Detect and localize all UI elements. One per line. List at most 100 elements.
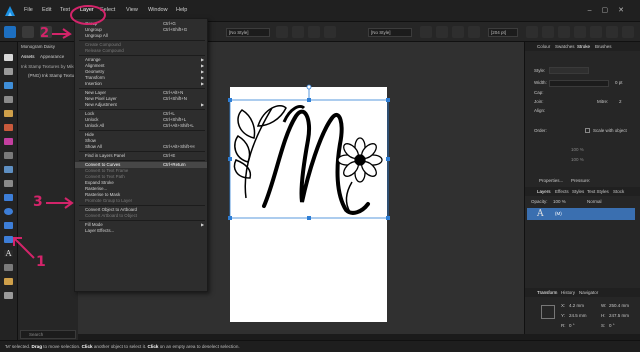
menu-help[interactable]: Help bbox=[176, 7, 187, 13]
bold-icon[interactable] bbox=[420, 26, 432, 38]
insert-icon[interactable] bbox=[606, 26, 618, 38]
w-label: W: bbox=[601, 303, 607, 308]
tab-colour[interactable]: Colour bbox=[537, 44, 550, 49]
pencil-tool-icon[interactable] bbox=[4, 110, 13, 117]
annotation-label-2: 2 bbox=[40, 26, 50, 41]
crop-tool-icon[interactable] bbox=[4, 180, 13, 187]
menu-separator bbox=[79, 151, 205, 152]
width-value[interactable]: 0 pt bbox=[615, 80, 623, 85]
menu-item-release-compound[interactable]: Release Compound bbox=[75, 48, 207, 54]
menu-item-show-all[interactable]: Show All Ctrl+Alt+Shift+H bbox=[75, 144, 207, 150]
menu-text[interactable]: Text bbox=[60, 7, 70, 13]
s-value[interactable]: 0 ° bbox=[609, 323, 615, 328]
menu-select[interactable]: Select bbox=[100, 7, 115, 13]
persona-title: Monogram Daisy bbox=[21, 44, 56, 49]
fill-tool-icon[interactable] bbox=[4, 138, 13, 145]
rounded-rectangle-tool-icon[interactable] bbox=[4, 222, 13, 229]
r-value[interactable]: 0 ° bbox=[569, 323, 575, 328]
tab-stroke[interactable]: Stroke bbox=[577, 44, 590, 49]
tab-history[interactable]: History bbox=[561, 290, 575, 295]
menu-item-ungroup-all[interactable]: Ungroup All bbox=[75, 33, 207, 39]
place-image-tool-icon[interactable] bbox=[4, 166, 13, 173]
menu-view[interactable]: View bbox=[126, 7, 138, 13]
grid-icon[interactable] bbox=[542, 26, 554, 38]
designer-persona-icon[interactable] bbox=[4, 26, 16, 38]
width-slider[interactable] bbox=[549, 80, 609, 87]
tab-stock[interactable]: Stock bbox=[613, 189, 624, 194]
monogram-artwork[interactable] bbox=[224, 78, 392, 228]
triangle-tool-icon[interactable] bbox=[4, 236, 13, 243]
window-controls[interactable]: –▢✕ bbox=[588, 6, 634, 14]
transform-icon[interactable] bbox=[574, 26, 586, 38]
tab-swatches[interactable]: Swatches bbox=[555, 44, 575, 49]
align-right-icon[interactable] bbox=[308, 26, 320, 38]
underline-icon[interactable] bbox=[452, 26, 464, 38]
mitre-value[interactable]: 2 bbox=[619, 99, 622, 104]
hand-tool-icon[interactable] bbox=[4, 278, 13, 285]
tab-navigator[interactable]: Navigator bbox=[579, 290, 598, 295]
zoom-tool-icon[interactable] bbox=[4, 292, 13, 299]
x-value[interactable]: 4.2 mm bbox=[569, 303, 584, 308]
w-value[interactable]: 250.4 mm bbox=[609, 303, 629, 308]
snapping-icon[interactable] bbox=[526, 26, 538, 38]
arrange-icon[interactable] bbox=[558, 26, 570, 38]
tab-styles[interactable]: Styles bbox=[572, 189, 584, 194]
pen-tool-icon[interactable] bbox=[4, 96, 13, 103]
menu-separator bbox=[79, 88, 205, 89]
brush-tool-icon[interactable] bbox=[4, 124, 13, 131]
menu-item-layer-effects[interactable]: Layer Effects... bbox=[75, 228, 207, 234]
menu-layer[interactable]: Layer bbox=[80, 7, 94, 13]
tab-brushes[interactable]: Brushes bbox=[595, 44, 612, 49]
move-tool-icon[interactable] bbox=[4, 54, 13, 61]
view-mode-icon[interactable] bbox=[622, 26, 634, 38]
italic-icon[interactable] bbox=[436, 26, 448, 38]
menu-item-promote-group-to-layer[interactable]: Promote Group to Layer bbox=[75, 198, 207, 204]
align-left-icon[interactable] bbox=[276, 26, 288, 38]
blend-mode-dropdown[interactable]: Normal bbox=[587, 199, 602, 204]
justify-icon[interactable] bbox=[324, 26, 336, 38]
menu-edit[interactable]: Edit bbox=[42, 7, 51, 13]
y-value[interactable]: 24.5 mm bbox=[569, 313, 587, 318]
pressure-percent-1[interactable]: 100 % bbox=[571, 147, 584, 152]
style-dropdown-left[interactable]: [No Style] bbox=[226, 28, 270, 37]
menu-item-insertion[interactable]: Insertion ▶ bbox=[75, 81, 207, 87]
strikethrough-icon[interactable] bbox=[468, 26, 480, 38]
tab-assets[interactable]: Assets bbox=[21, 54, 35, 59]
tab-transform[interactable]: Transform bbox=[537, 290, 557, 295]
frame-text-tool-icon[interactable] bbox=[4, 264, 13, 271]
menu-window[interactable]: Window bbox=[148, 7, 168, 13]
tab-layers[interactable]: Layers bbox=[537, 189, 551, 194]
menu-item-new-adjustment[interactable]: New Adjustment ▶ bbox=[75, 102, 207, 108]
assets-search-input[interactable]: Search bbox=[20, 330, 76, 339]
font-size-field[interactable]: [204 pt] bbox=[488, 28, 518, 37]
tab-appearance[interactable]: Appearance bbox=[40, 54, 64, 59]
boolean-icon[interactable] bbox=[590, 26, 602, 38]
pixel-persona-icon[interactable] bbox=[22, 26, 34, 38]
stroke-style-buttons[interactable] bbox=[549, 67, 589, 74]
tab-text-styles[interactable]: Text Styles bbox=[587, 189, 609, 194]
style-dropdown-right[interactable]: [No Style] bbox=[368, 28, 412, 37]
rectangle-tool-icon[interactable] bbox=[4, 194, 13, 201]
menu-item-find-in-layers-panel[interactable]: Find in Layers Panel Ctrl+E bbox=[75, 153, 207, 159]
anchor-point-selector[interactable] bbox=[541, 305, 555, 319]
asset-row[interactable]: (PNG) Ink Stamp Textures bbox=[28, 73, 80, 78]
menu-item-convert-artboard-to-object[interactable]: Convert Artboard to Object bbox=[75, 213, 207, 219]
node-tool-icon[interactable] bbox=[4, 68, 13, 75]
tab-effects[interactable]: Effects bbox=[555, 189, 569, 194]
order-label: Order: bbox=[534, 128, 547, 133]
menu-item-unlock-all[interactable]: Unlock All Ctrl+Alt+Shift+L bbox=[75, 123, 207, 129]
menu-item-label: Ungroup bbox=[85, 27, 102, 32]
opacity-value[interactable]: 100 % bbox=[553, 199, 566, 204]
properties-button[interactable]: Properties... bbox=[539, 178, 563, 183]
menu-file[interactable]: File bbox=[24, 7, 33, 13]
artistic-text-tool-icon[interactable]: A bbox=[4, 250, 13, 258]
h-value[interactable]: 247.5 mm bbox=[609, 313, 629, 318]
align-center-icon[interactable] bbox=[292, 26, 304, 38]
scale-with-object-checkbox[interactable] bbox=[585, 128, 590, 133]
asset-category[interactable]: Ink Stamp Textures by Mike bbox=[21, 64, 76, 69]
ellipse-tool-icon[interactable] bbox=[4, 208, 13, 215]
layer-row-selected[interactable]: A (M) bbox=[527, 208, 635, 220]
pressure-percent-2[interactable]: 100 % bbox=[571, 157, 584, 162]
transparency-tool-icon[interactable] bbox=[4, 152, 13, 159]
corner-tool-icon[interactable] bbox=[4, 82, 13, 89]
